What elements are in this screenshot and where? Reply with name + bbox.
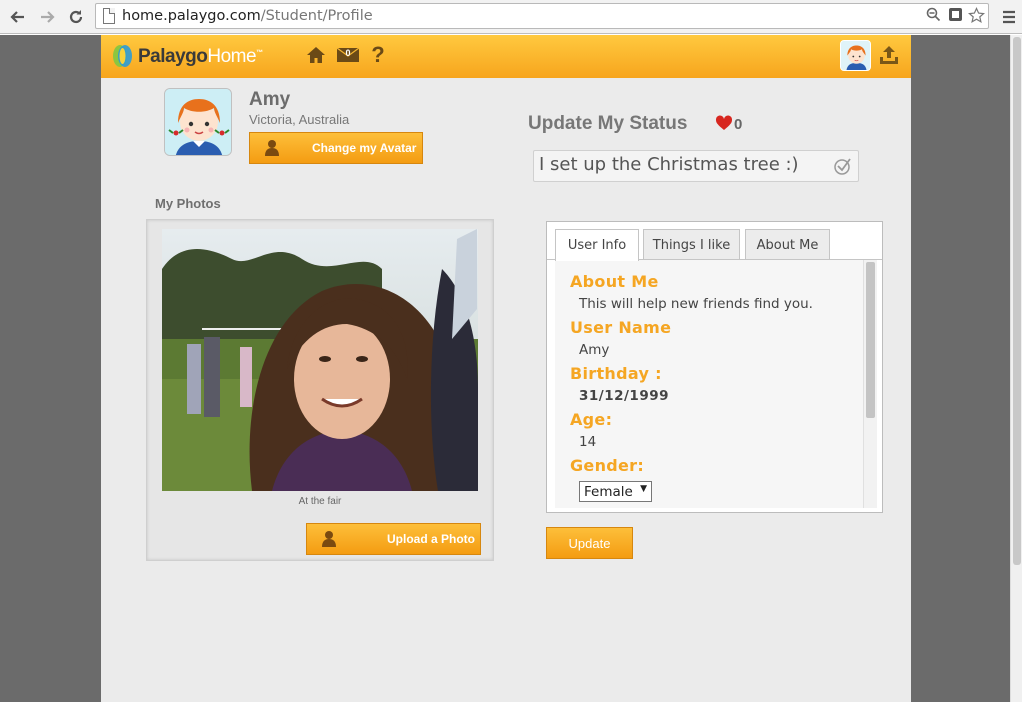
- logo-light: Home: [207, 46, 257, 67]
- app-page: PalaygoHome™ 0 ? Amy Victoria, Australia…: [101, 35, 911, 702]
- heart-icon[interactable]: [715, 115, 733, 131]
- reload-icon[interactable]: [64, 5, 88, 29]
- tab-about-me[interactable]: About Me: [745, 229, 830, 260]
- logo-tm: ™: [256, 49, 263, 57]
- status-title: Update My Status: [528, 113, 688, 134]
- page-scrollbar-thumb[interactable]: [1013, 37, 1021, 565]
- photo-panel: At the fair Upload a Photo: [146, 219, 494, 561]
- profile-photo[interactable]: [162, 229, 478, 491]
- palaygo-logo-icon[interactable]: [110, 43, 136, 69]
- home-icon[interactable]: [304, 43, 328, 67]
- gender-select[interactable]: Female ▼: [579, 481, 652, 502]
- menu-icon[interactable]: [997, 5, 1021, 29]
- url-host: home.palaygo.com: [122, 8, 261, 24]
- zoom-icon[interactable]: [924, 7, 942, 25]
- extension-icon[interactable]: [946, 7, 964, 25]
- birthday-label: Birthday :: [570, 364, 662, 383]
- change-avatar-label: Change my Avatar: [312, 141, 417, 155]
- person-icon: [317, 524, 341, 554]
- address-bar[interactable]: home.palaygo.com/Student/Profile: [95, 3, 989, 29]
- person-icon: [260, 133, 284, 163]
- header-avatar[interactable]: [840, 40, 871, 71]
- user-location: Victoria, Australia: [249, 112, 350, 127]
- profile-avatar[interactable]: [164, 88, 232, 156]
- user-name-label: User Name: [570, 318, 672, 337]
- browser-toolbar: home.palaygo.com/Student/Profile: [0, 0, 1022, 34]
- photos-label: My Photos: [155, 196, 221, 211]
- tab-things-i-like[interactable]: Things I like: [643, 229, 740, 260]
- info-scrollbar-thumb[interactable]: [866, 262, 875, 418]
- update-button[interactable]: Update: [546, 527, 633, 559]
- status-input[interactable]: I set up the Christmas tree :): [533, 150, 859, 182]
- bookmark-star-icon[interactable]: [967, 7, 985, 25]
- dropdown-arrow-icon: ▼: [640, 484, 647, 494]
- gender-label: Gender:: [570, 456, 645, 475]
- mail-count: 0: [345, 48, 351, 58]
- page-icon: [103, 8, 115, 24]
- app-header: PalaygoHome™ 0 ?: [101, 35, 911, 78]
- tab-user-info[interactable]: User Info: [555, 229, 639, 261]
- birthday-value: 31/12/1999: [579, 388, 670, 404]
- mail-icon[interactable]: 0: [335, 43, 361, 67]
- back-icon[interactable]: [6, 5, 30, 29]
- check-circle-icon[interactable]: [834, 157, 852, 175]
- user-info-panel: User Info Things I like About Me About M…: [546, 221, 883, 513]
- user-name: Amy: [249, 89, 291, 110]
- change-avatar-button[interactable]: Change my Avatar: [249, 132, 423, 164]
- upload-photo-label: Upload a Photo: [387, 532, 475, 546]
- upload-icon[interactable]: [878, 44, 900, 66]
- page-scrollbar[interactable]: [1010, 35, 1022, 702]
- about-me-label: About Me: [570, 272, 659, 291]
- forward-icon[interactable]: [35, 5, 59, 29]
- logo-bold: Palaygo: [138, 46, 208, 67]
- info-scrollbar[interactable]: [863, 260, 877, 508]
- age-value: 14: [579, 434, 597, 450]
- user-name-value: Amy: [579, 342, 610, 358]
- about-me-value: This will help new friends find you.: [579, 296, 813, 312]
- logo-text[interactable]: PalaygoHome™: [138, 46, 263, 68]
- photo-caption: At the fair: [298, 496, 342, 507]
- url-path: /Student/Profile: [260, 8, 373, 24]
- upload-photo-button[interactable]: Upload a Photo: [306, 523, 481, 555]
- user-info-content: About Me This will help new friends find…: [555, 260, 871, 508]
- gender-value: Female: [584, 484, 633, 500]
- like-count: 0: [734, 116, 743, 133]
- help-icon[interactable]: ?: [368, 42, 388, 67]
- age-label: Age:: [570, 410, 613, 429]
